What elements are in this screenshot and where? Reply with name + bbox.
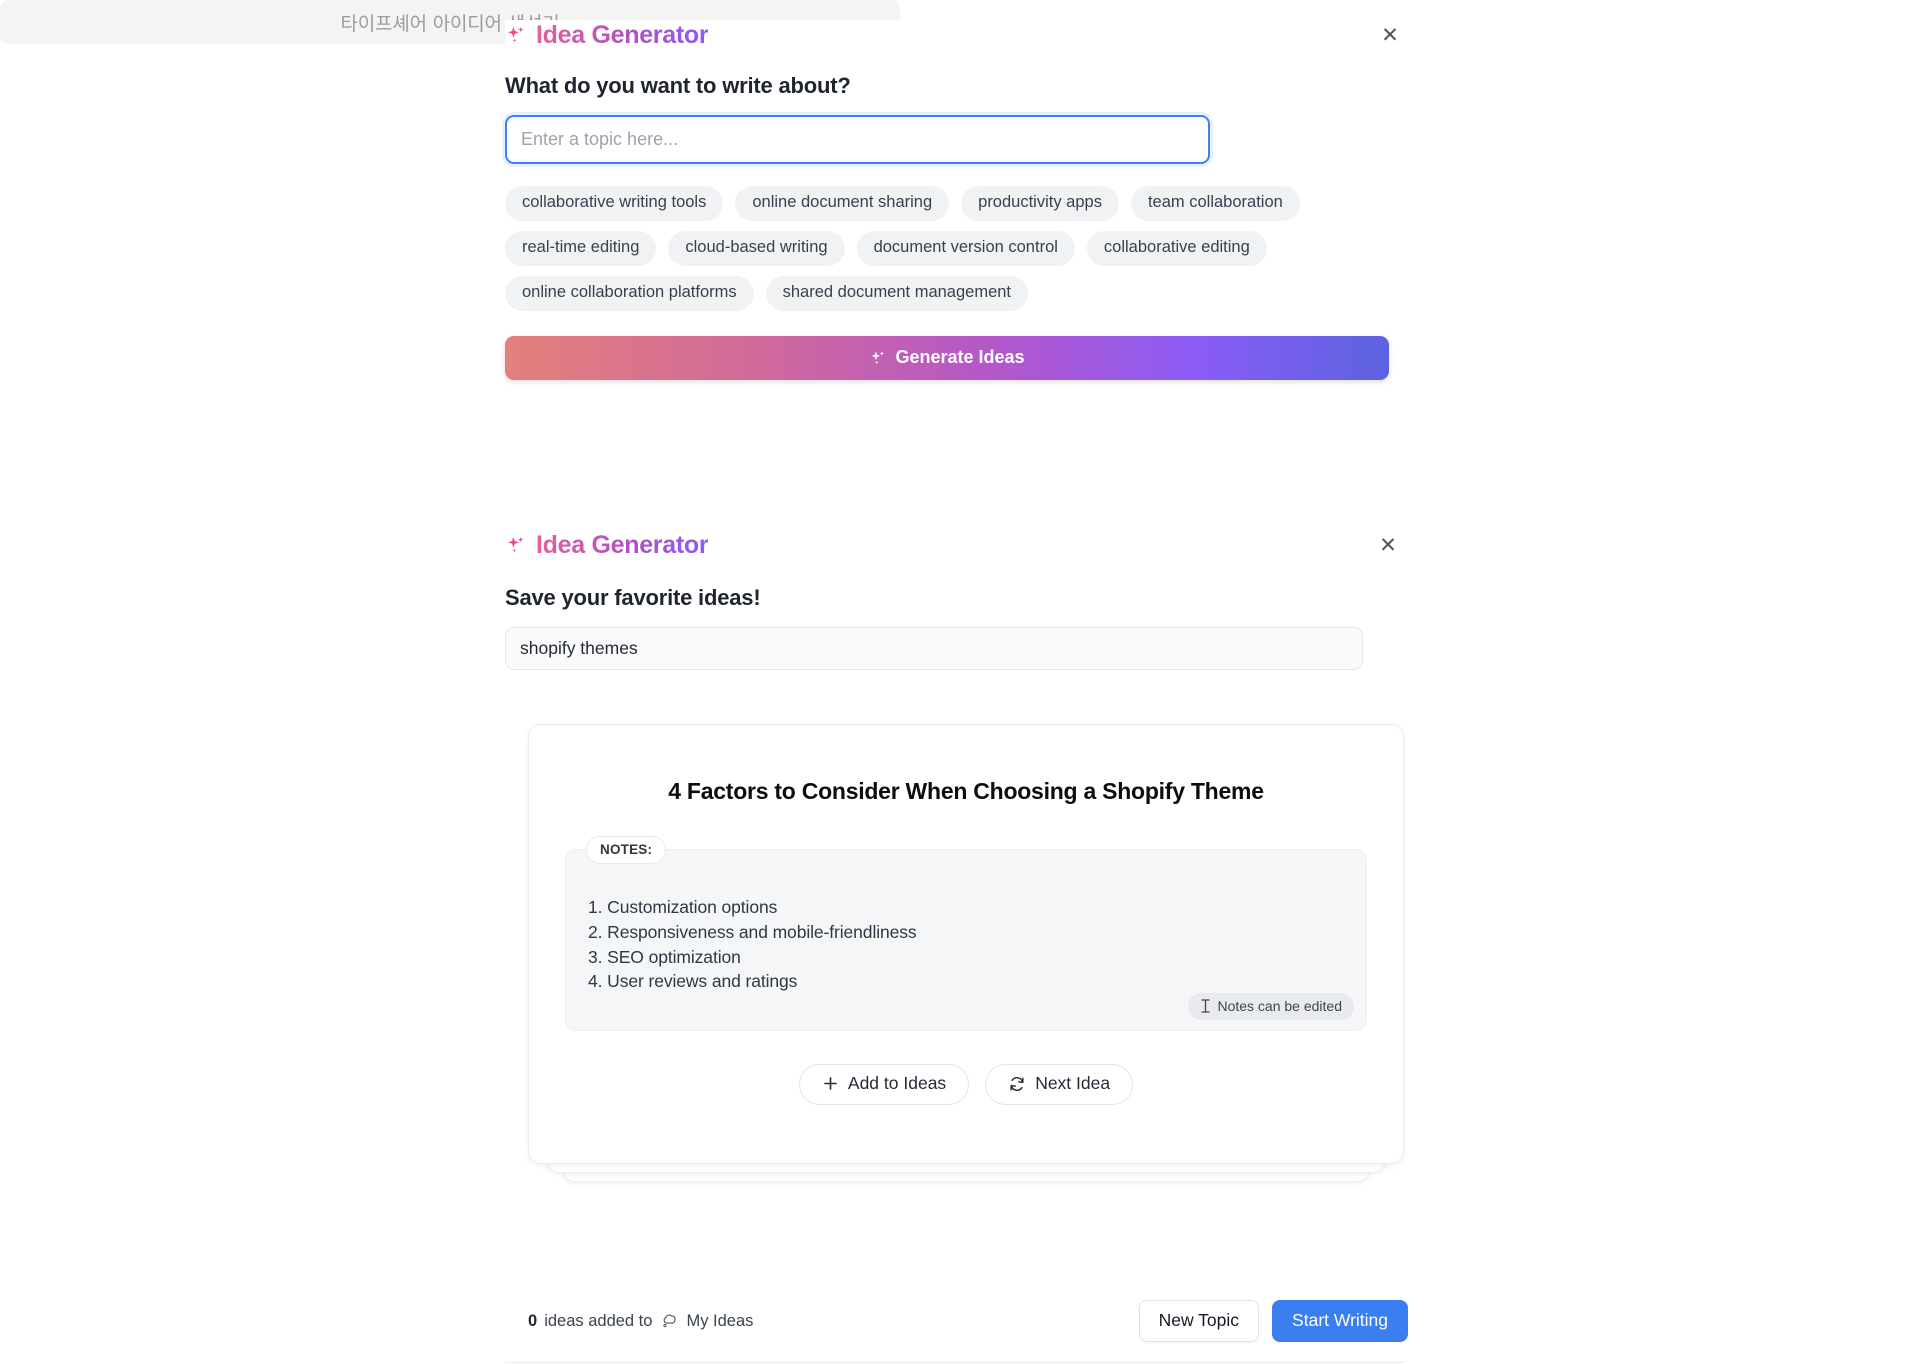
panel-top-header: Idea Generator ✕ — [505, 20, 1405, 50]
suggestion-chip[interactable]: document version control — [856, 230, 1075, 266]
suggestion-chip[interactable]: cloud-based writing — [668, 230, 845, 266]
next-idea-label: Next Idea — [1035, 1073, 1111, 1094]
plus-icon — [822, 1075, 839, 1092]
notes-badge-wrapper: NOTES: — [586, 835, 667, 864]
notes-box[interactable]: NOTES: 1. Customization options 2. Respo… — [565, 835, 1367, 1031]
suggestion-chip[interactable]: shared document management — [765, 275, 1029, 311]
footer-bar: 0 ideas added to My Ideas New Topic Star… — [528, 1295, 1408, 1347]
notes-editable-hint: Notes can be edited — [1188, 992, 1354, 1020]
topic-question-label: What do you want to write about? — [505, 73, 851, 98]
idea-card: 4 Factors to Consider When Choosing a Sh… — [528, 724, 1404, 1164]
suggestion-chip-list: collaborative writing tools online docum… — [505, 186, 1345, 311]
list-item[interactable]: 1. Customization options — [588, 895, 1366, 920]
add-to-ideas-button[interactable]: Add to Ideas — [798, 1063, 970, 1105]
close-icon[interactable]: ✕ — [1373, 530, 1403, 560]
sparkles-icon — [505, 534, 527, 556]
generate-button-wrapper: Generate Ideas — [505, 335, 1389, 380]
notes-badge: NOTES: — [586, 835, 667, 864]
suggestion-chip[interactable]: online collaboration platforms — [505, 275, 754, 311]
list-item[interactable]: 2. Responsiveness and mobile-friendlines… — [588, 920, 1366, 945]
next-idea-button[interactable]: Next Idea — [985, 1063, 1134, 1105]
save-ideas-label: Save your favorite ideas! — [505, 585, 761, 610]
my-ideas-link[interactable]: My Ideas — [686, 1312, 753, 1331]
footer-divider — [505, 1362, 1405, 1363]
idea-card-deck: 4 Factors to Consider When Choosing a Sh… — [528, 724, 1408, 1234]
suggestion-chip[interactable]: online document sharing — [735, 186, 950, 221]
idea-generator-panel-top: Idea Generator ✕ What do you want to wri… — [505, 20, 1405, 380]
saved-topic-field-wrapper: shopify themes — [505, 627, 1363, 670]
search-input[interactable] — [505, 115, 1210, 164]
add-to-ideas-label: Add to Ideas — [847, 1073, 947, 1094]
panel-bottom-brand: Idea Generator — [505, 530, 709, 559]
panel-bottom-title: Idea Generator — [536, 530, 709, 559]
start-writing-button[interactable]: Start Writing — [1272, 1299, 1408, 1343]
idea-card-title: 4 Factors to Consider When Choosing a Sh… — [668, 778, 1264, 804]
panel-top-brand: Idea Generator — [505, 20, 709, 49]
ideas-count-number: 0 — [528, 1311, 538, 1330]
panel-bottom-header: Idea Generator ✕ — [505, 530, 1403, 560]
suggestion-chip[interactable]: collaborative editing — [1086, 230, 1267, 266]
suggestion-chip[interactable]: team collaboration — [1130, 186, 1300, 221]
sparkles-icon — [869, 349, 887, 367]
generate-ideas-button[interactable]: Generate Ideas — [505, 335, 1389, 380]
ideas-count-text: ideas added to — [544, 1311, 653, 1330]
notes-editable-hint-label: Notes can be edited — [1217, 997, 1342, 1014]
text-cursor-icon — [1200, 999, 1211, 1013]
notes-list: 1. Customization options 2. Responsivene… — [588, 895, 1366, 994]
suggestion-chip[interactable]: collaborative writing tools — [505, 186, 724, 221]
suggestion-chip[interactable]: real-time editing — [505, 230, 657, 266]
panel-top-title: Idea Generator — [536, 20, 709, 49]
close-icon[interactable]: ✕ — [1375, 20, 1405, 50]
idea-card-actions: Add to Ideas Next Idea — [529, 1063, 1403, 1105]
ideas-count-status: 0 ideas added to My Ideas — [528, 1312, 753, 1331]
suggestion-chip[interactable]: productivity apps — [961, 186, 1119, 221]
saved-topic-field[interactable]: shopify themes — [505, 627, 1363, 670]
app-window: Idea Generator ✕ What do you want to wri… — [0, 0, 1908, 1364]
sparkles-icon — [505, 24, 527, 46]
thought-bubble-icon — [659, 1312, 679, 1330]
list-item[interactable]: 4. User reviews and ratings — [588, 969, 1366, 994]
generate-ideas-label: Generate Ideas — [895, 347, 1025, 368]
list-item[interactable]: 3. SEO optimization — [588, 945, 1366, 970]
refresh-icon — [1008, 1075, 1026, 1093]
topic-input-wrapper — [505, 115, 1210, 164]
footer-actions: New Topic Start Writing — [1138, 1299, 1408, 1343]
idea-generator-panel-bottom: Idea Generator ✕ Save your favorite idea… — [505, 530, 1405, 670]
new-topic-button[interactable]: New Topic — [1138, 1299, 1260, 1343]
